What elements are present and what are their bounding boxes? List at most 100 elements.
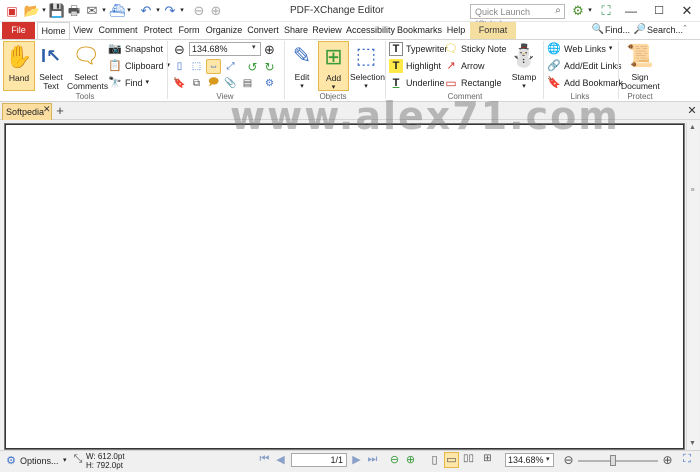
status-fullscreen-icon[interactable]: ⛶ [680, 453, 694, 466]
options-button[interactable]: Options... [20, 456, 59, 468]
status-zoom-out-icon[interactable]: ⊖ [562, 453, 575, 467]
zoom-in-icon[interactable]: ⊕ [262, 42, 277, 57]
bookmark-pane-icon[interactable]: 🔖 [172, 76, 187, 91]
snapshot-button[interactable]: 📷 Snapshot [108, 41, 163, 57]
continuous-page-icon[interactable]: ▭ [444, 452, 459, 468]
forward-view-icon[interactable]: ⊕ [404, 453, 417, 466]
fit-width-icon[interactable]: ⇔ [206, 59, 221, 74]
previous-page-icon[interactable]: ◀ [274, 453, 287, 466]
back-view-icon[interactable]: ⊖ [388, 453, 401, 466]
fit-page-icon[interactable]: ⬚ [189, 59, 204, 74]
page-settings-icon[interactable]: ⚙ [262, 76, 277, 91]
status-zoom-dropdown-icon[interactable]: ▾ [546, 455, 550, 463]
tab-home[interactable]: Home [37, 22, 70, 40]
first-page-icon[interactable]: ⏮ [258, 453, 271, 466]
tab-file[interactable]: File [2, 22, 35, 39]
collapse-ribbon-icon[interactable]: ⌃ [680, 24, 690, 32]
stamp-button[interactable]: ⛄ Stamp ▾ [507, 41, 541, 91]
scan-dropdown-icon[interactable]: ▾ [125, 3, 133, 19]
select-comments-button[interactable]: 🗨 Select Comments [67, 41, 108, 91]
redo-dropdown-icon[interactable]: ▾ [178, 3, 186, 19]
zoom-out-icon[interactable]: ⊖ [172, 42, 187, 57]
options-dropdown-icon[interactable]: ▾ [63, 456, 67, 464]
settings-dropdown-icon[interactable]: ▾ [586, 3, 594, 19]
facing-pages-icon[interactable]: ▯▯ [461, 453, 476, 467]
zoom-dropdown-icon[interactable]: ▾ [252, 43, 260, 51]
typewriter-button[interactable]: T Typewriter [389, 41, 448, 57]
tab-review[interactable]: Review [312, 22, 342, 39]
close-button[interactable]: ✕ [678, 3, 696, 19]
attachments-icon[interactable]: 📎 [223, 76, 238, 91]
rotate-right-icon[interactable]: ↻ [262, 59, 277, 74]
undo-dropdown-icon[interactable]: ▾ [154, 3, 162, 19]
redo-icon[interactable]: ↷ [162, 3, 178, 19]
tab-share[interactable]: Share [283, 22, 309, 39]
scroll-down-icon[interactable]: ▼ [688, 440, 697, 447]
find-button[interactable]: Find... [605, 22, 631, 39]
fit-visible-icon[interactable]: ⤢ [223, 59, 238, 74]
settings-icon[interactable]: ⚙ [570, 3, 586, 19]
forward-icon[interactable]: ⊕ [208, 3, 224, 19]
add-bookmark-button[interactable]: 🔖 Add Bookmark [547, 75, 623, 91]
tab-organize[interactable]: Organize [205, 22, 243, 39]
status-zoom-in-icon[interactable]: ⊕ [661, 453, 674, 467]
clipboard-button[interactable]: 📋 Clipboard ▾ [108, 58, 170, 74]
hand-button[interactable]: ✋ Hand [3, 41, 35, 91]
selection-button[interactable]: ⬚ Selection ▾ [350, 41, 385, 91]
rectangle-button[interactable]: ▭ Rectangle [444, 75, 501, 91]
minimize-button[interactable]: — [622, 3, 640, 19]
zoom-input[interactable]: 134.68% [189, 42, 261, 56]
back-icon[interactable]: ⊖ [191, 3, 207, 19]
pages-pane-icon[interactable]: ⧉ [189, 76, 204, 91]
scroll-thumb-grip-icon[interactable]: ≡ [688, 187, 697, 194]
new-tab-icon[interactable]: + [54, 104, 66, 118]
page-number-input[interactable]: 1/1 [291, 453, 347, 467]
fullscreen-icon[interactable]: ⛶ [598, 3, 614, 19]
vertical-scrollbar[interactable] [686, 123, 698, 450]
tab-view[interactable]: View [72, 22, 94, 39]
tab-convert[interactable]: Convert [246, 22, 280, 39]
next-page-icon[interactable]: ▶ [350, 453, 363, 466]
properties-icon[interactable]: ▤ [240, 76, 255, 91]
zoom-slider[interactable] [578, 460, 658, 462]
close-document-icon[interactable]: ✕ [686, 104, 698, 118]
rotate-left-icon[interactable]: ↺ [245, 59, 260, 74]
add-edit-links-button[interactable]: 🔗 Add/Edit Links [547, 58, 621, 74]
tab-format[interactable]: Format [470, 22, 516, 39]
open-dropdown-icon[interactable]: ▾ [40, 3, 48, 19]
open-folder-icon[interactable]: 📂 [24, 3, 40, 19]
print-icon[interactable]: 🖶 [66, 3, 82, 19]
search-button[interactable]: Search... [647, 22, 683, 39]
tab-accessibility[interactable]: Accessibility [346, 22, 395, 39]
email-dropdown-icon[interactable]: ▾ [100, 3, 108, 19]
maximize-button[interactable]: ☐ [650, 3, 668, 19]
undo-icon[interactable]: ↶ [138, 3, 154, 19]
close-tab-icon[interactable]: ✕ [43, 104, 51, 114]
tab-protect[interactable]: Protect [142, 22, 174, 39]
comments-pane-icon[interactable]: 🗩 [206, 76, 221, 91]
tab-bookmarks[interactable]: Bookmarks [397, 22, 442, 39]
web-links-button[interactable]: 🌐 Web Links ▾ [547, 41, 612, 57]
sticky-note-button[interactable]: 🗨 Sticky Note [444, 41, 507, 57]
save-icon[interactable]: 💾 [49, 3, 65, 19]
single-page-icon[interactable]: ▯ [428, 453, 441, 467]
zoom-slider-thumb[interactable] [610, 455, 616, 466]
edit-button[interactable]: ✎ Edit ▾ [287, 41, 317, 91]
tab-help[interactable]: Help [445, 22, 467, 39]
document-page[interactable] [4, 123, 685, 450]
highlight-button[interactable]: T Highlight [389, 58, 441, 74]
quick-launch-search-icon[interactable]: ⌕ [551, 3, 565, 19]
actual-size-icon[interactable]: ▯ [172, 59, 187, 74]
underline-button[interactable]: T Underline [389, 75, 445, 91]
sign-document-button[interactable]: 📜 Sign Document [621, 41, 660, 91]
tab-form[interactable]: Form [177, 22, 201, 39]
add-button[interactable]: ⊞ Add ▾ [318, 41, 349, 91]
last-page-icon[interactable]: ⏭ [366, 453, 379, 466]
scan-icon[interactable]: ⛴ [109, 3, 126, 19]
arrow-button[interactable]: ↗ Arrow [444, 58, 484, 74]
email-icon[interactable]: ✉ [84, 3, 100, 19]
find-tool-button[interactable]: 🔭 Find ▾ [108, 75, 149, 91]
select-text-button[interactable]: I↖ Select Text [37, 41, 65, 91]
continuous-facing-icon[interactable]: ⊞ [480, 453, 495, 467]
tab-comment[interactable]: Comment [98, 22, 138, 39]
